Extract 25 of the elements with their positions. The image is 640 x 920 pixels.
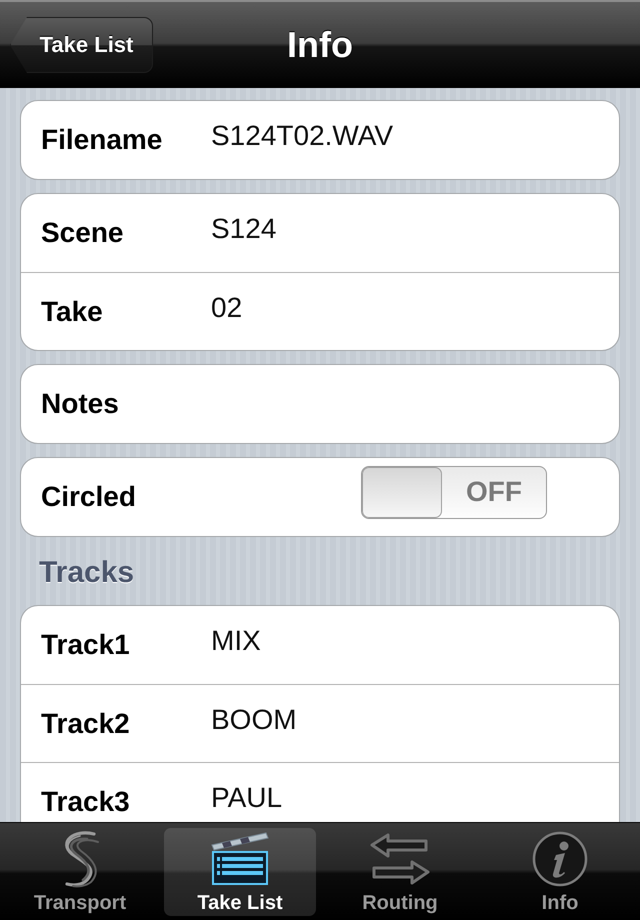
field-label: Notes — [41, 388, 120, 420]
swap-arrows-icon — [370, 833, 430, 885]
field-label: Take — [41, 296, 104, 328]
field-label: Track3 — [41, 786, 131, 818]
toggle-switch[interactable]: OFF — [361, 466, 547, 518]
field-value: MIX — [211, 625, 261, 657]
info-icon — [532, 831, 588, 887]
field-label: Filename — [41, 124, 164, 156]
field-value: 02 — [211, 292, 242, 324]
field-value: PAUL — [211, 782, 282, 814]
tab[interactable]: Routing — [324, 828, 476, 916]
clapperboard-icon — [210, 832, 270, 886]
screen-title: Info — [287, 24, 353, 66]
field-value: S124 — [211, 213, 276, 245]
section-header: Tracks — [39, 555, 134, 591]
field-label: Circled — [41, 481, 137, 513]
back-button[interactable]: Take List — [10, 17, 153, 73]
field-label: Track2 — [41, 708, 131, 740]
tab[interactable]: Transport — [4, 828, 156, 916]
tab[interactable]: Take List — [164, 828, 316, 916]
tab[interactable]: Info — [484, 828, 636, 916]
field-value: S124T02.WAV — [211, 120, 394, 152]
field-value: BOOM — [211, 704, 297, 736]
field-label: Scene — [41, 217, 124, 249]
field-label: Track1 — [41, 629, 131, 661]
